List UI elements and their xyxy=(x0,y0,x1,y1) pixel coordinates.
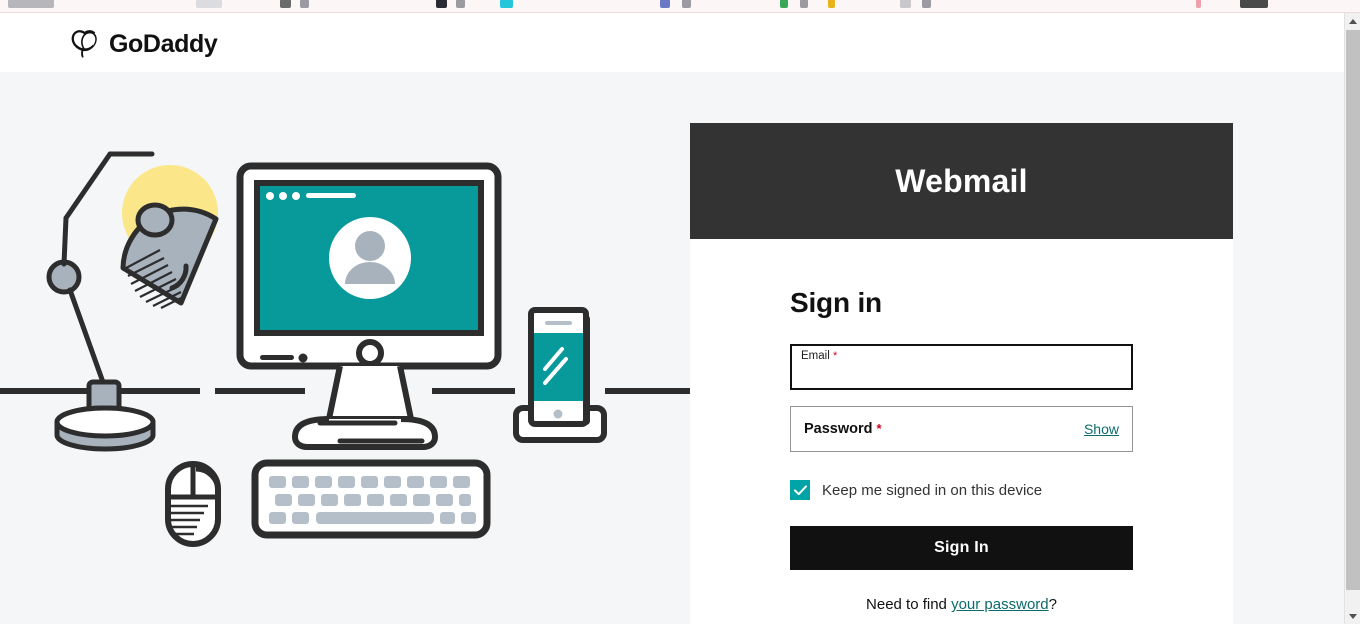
bookmark-item[interactable] xyxy=(300,0,309,8)
signin-form: Sign in Email * Password * Show Keep me … xyxy=(690,239,1233,624)
site-header: GoDaddy xyxy=(0,13,1344,72)
bookmark-item[interactable] xyxy=(682,0,691,8)
page-title: Sign in xyxy=(790,287,882,318)
checkmark-icon xyxy=(793,484,807,496)
webmail-title: Webmail xyxy=(895,162,1028,199)
bookmark-item[interactable] xyxy=(1196,0,1201,8)
password-field-label: Password * xyxy=(804,421,882,437)
bookmark-item[interactable] xyxy=(8,0,54,8)
email-label-text: Email xyxy=(801,350,830,362)
bookmark-item[interactable] xyxy=(500,0,513,8)
sign-in-button[interactable]: Sign In xyxy=(790,526,1133,570)
show-password-link[interactable]: Show xyxy=(1084,421,1119,437)
password-help-text: Need to find your password? xyxy=(790,596,1133,613)
find-your-password-link[interactable]: your password xyxy=(951,596,1049,613)
vertical-scrollbar[interactable] xyxy=(1344,13,1360,624)
bookmark-item[interactable] xyxy=(196,0,222,8)
bookmark-item[interactable] xyxy=(1240,0,1268,8)
scroll-thumb[interactable] xyxy=(1346,30,1360,590)
email-required-marker: * xyxy=(832,350,838,362)
scroll-up-arrow-icon[interactable] xyxy=(1345,13,1360,29)
godaddy-logo-text: GoDaddy xyxy=(109,29,218,58)
bookmark-item[interactable] xyxy=(456,0,465,8)
email-field-wrapper[interactable]: Email * xyxy=(790,344,1133,390)
bookmark-item[interactable] xyxy=(280,0,291,8)
bookmark-item[interactable] xyxy=(828,0,835,8)
password-help-suffix: ? xyxy=(1048,596,1057,613)
password-help-prefix: Need to find xyxy=(866,596,952,613)
password-label-text: Password xyxy=(804,421,873,437)
signin-card: Webmail Sign in Email * Password * Show … xyxy=(690,123,1233,624)
bookmark-item[interactable] xyxy=(780,0,788,8)
bookmark-item[interactable] xyxy=(436,0,447,8)
password-field-wrapper[interactable]: Password * Show xyxy=(790,406,1133,452)
main-content: Webmail Sign in Email * Password * Show … xyxy=(0,72,1344,624)
page-viewport: GoDaddy Webmail Sign in Email * Password… xyxy=(0,13,1344,624)
bookmark-item[interactable] xyxy=(922,0,931,8)
desk-workspace-illustration xyxy=(0,72,690,624)
browser-bookmarks-bar[interactable] xyxy=(0,0,1360,13)
keep-signed-in-row[interactable]: Keep me signed in on this device xyxy=(790,480,1133,500)
godaddy-logo[interactable]: GoDaddy xyxy=(68,29,218,59)
email-input[interactable] xyxy=(801,366,1101,382)
keep-signed-in-label[interactable]: Keep me signed in on this device xyxy=(822,482,1042,499)
card-header: Webmail xyxy=(690,123,1233,239)
bookmark-item[interactable] xyxy=(660,0,670,8)
keep-signed-in-checkbox[interactable] xyxy=(790,480,810,500)
bookmark-item[interactable] xyxy=(900,0,911,8)
password-required-marker: * xyxy=(876,421,882,436)
bookmark-item[interactable] xyxy=(800,0,808,8)
godaddy-heart-logo-icon xyxy=(68,29,100,59)
email-field-label: Email * xyxy=(801,350,837,362)
scroll-down-arrow-icon[interactable] xyxy=(1345,608,1360,624)
